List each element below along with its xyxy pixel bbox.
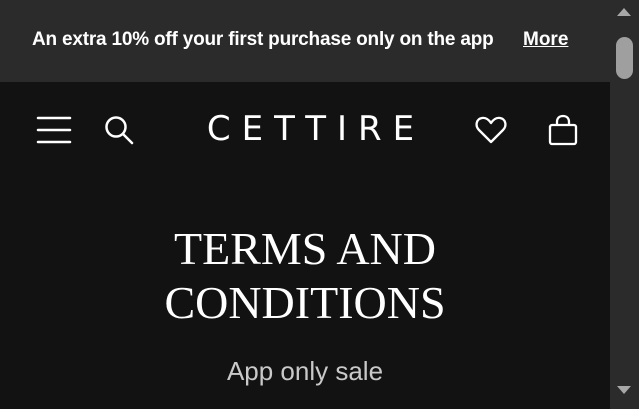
scroll-up-arrow-icon[interactable] [617,8,631,16]
menu-icon[interactable] [36,114,72,146]
vertical-scrollbar[interactable] [610,0,639,409]
site-logo[interactable]: CETTIRE [155,109,466,149]
search-icon[interactable] [103,114,135,146]
site-header: CETTIRE [0,82,610,178]
page-title-line-1: TERMS AND [174,223,436,274]
heart-icon[interactable] [474,114,508,146]
scrollbar-thumb[interactable] [616,37,633,79]
promo-text: An extra 10% off your first purchase onl… [32,29,494,50]
page-content: An extra 10% off your first purchase onl… [0,0,610,409]
shopping-bag-icon[interactable] [546,113,580,147]
page-subtitle: App only sale [226,356,384,386]
promo-more-link[interactable]: More [523,29,568,51]
page-title: TERMS AND CONDITIONS [0,222,610,330]
scroll-down-arrow-icon[interactable] [617,386,631,394]
browser-viewport: An extra 10% off your first purchase onl… [0,0,639,409]
promo-banner: An extra 10% off your first purchase onl… [0,0,610,82]
page-title-line-2: CONDITIONS [164,277,446,328]
